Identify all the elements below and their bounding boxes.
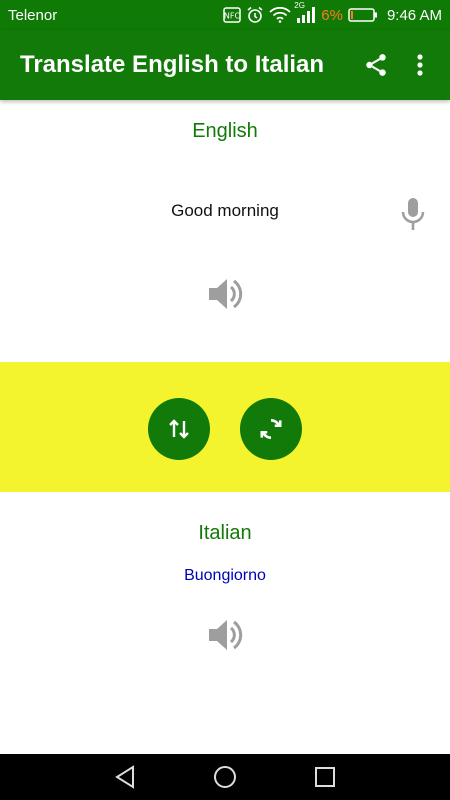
mic-icon: [401, 198, 425, 230]
clock: 9:46 AM: [386, 6, 442, 24]
svg-text:NFC: NFC: [224, 12, 241, 21]
translated-text: Buongiorno: [184, 567, 266, 584]
more-vert-icon: [417, 54, 423, 76]
system-nav-bar: [0, 754, 450, 800]
carrier-name: Telenor: [8, 6, 58, 24]
back-icon: [115, 765, 134, 789]
control-band: [0, 362, 450, 492]
app-bar: Translate English to Italian: [0, 30, 450, 100]
share-button[interactable]: [354, 43, 398, 87]
source-language-label[interactable]: English: [0, 120, 450, 143]
refresh-translation-button[interactable]: [240, 398, 302, 460]
target-language-label[interactable]: Italian: [0, 522, 450, 545]
home-icon: [214, 766, 236, 788]
swap-languages-button[interactable]: [148, 398, 210, 460]
home-button[interactable]: [205, 757, 245, 797]
source-input-row: [0, 195, 450, 235]
signal-icon: 2G: [294, 1, 316, 23]
battery-percent: 6%: [321, 6, 343, 24]
refresh-icon: [260, 419, 282, 439]
alarm-icon: [246, 6, 264, 24]
battery-icon: [348, 8, 378, 22]
recents-icon: [315, 767, 335, 787]
speaker-icon: [209, 279, 243, 309]
status-bar: Telenor NFC 2G 6% 9:46 AM: [0, 0, 450, 30]
speaker-icon: [209, 620, 243, 650]
nfc-icon: NFC: [223, 7, 242, 23]
source-text-input[interactable]: [60, 201, 390, 221]
source-speak-button[interactable]: [205, 274, 245, 314]
mic-button[interactable]: [400, 197, 426, 231]
app-title: Translate English to Italian: [20, 51, 325, 78]
target-speak-button[interactable]: [205, 615, 245, 655]
network-type-label: 2G: [294, 1, 305, 10]
back-button[interactable]: [105, 757, 145, 797]
status-icons: NFC 2G 6% 9:46 AM: [223, 1, 442, 24]
swap-vert-icon: [169, 419, 189, 439]
wifi-icon: [269, 7, 291, 23]
recents-button[interactable]: [305, 757, 345, 797]
more-options-button[interactable]: [398, 43, 442, 87]
share-icon: [366, 54, 386, 76]
